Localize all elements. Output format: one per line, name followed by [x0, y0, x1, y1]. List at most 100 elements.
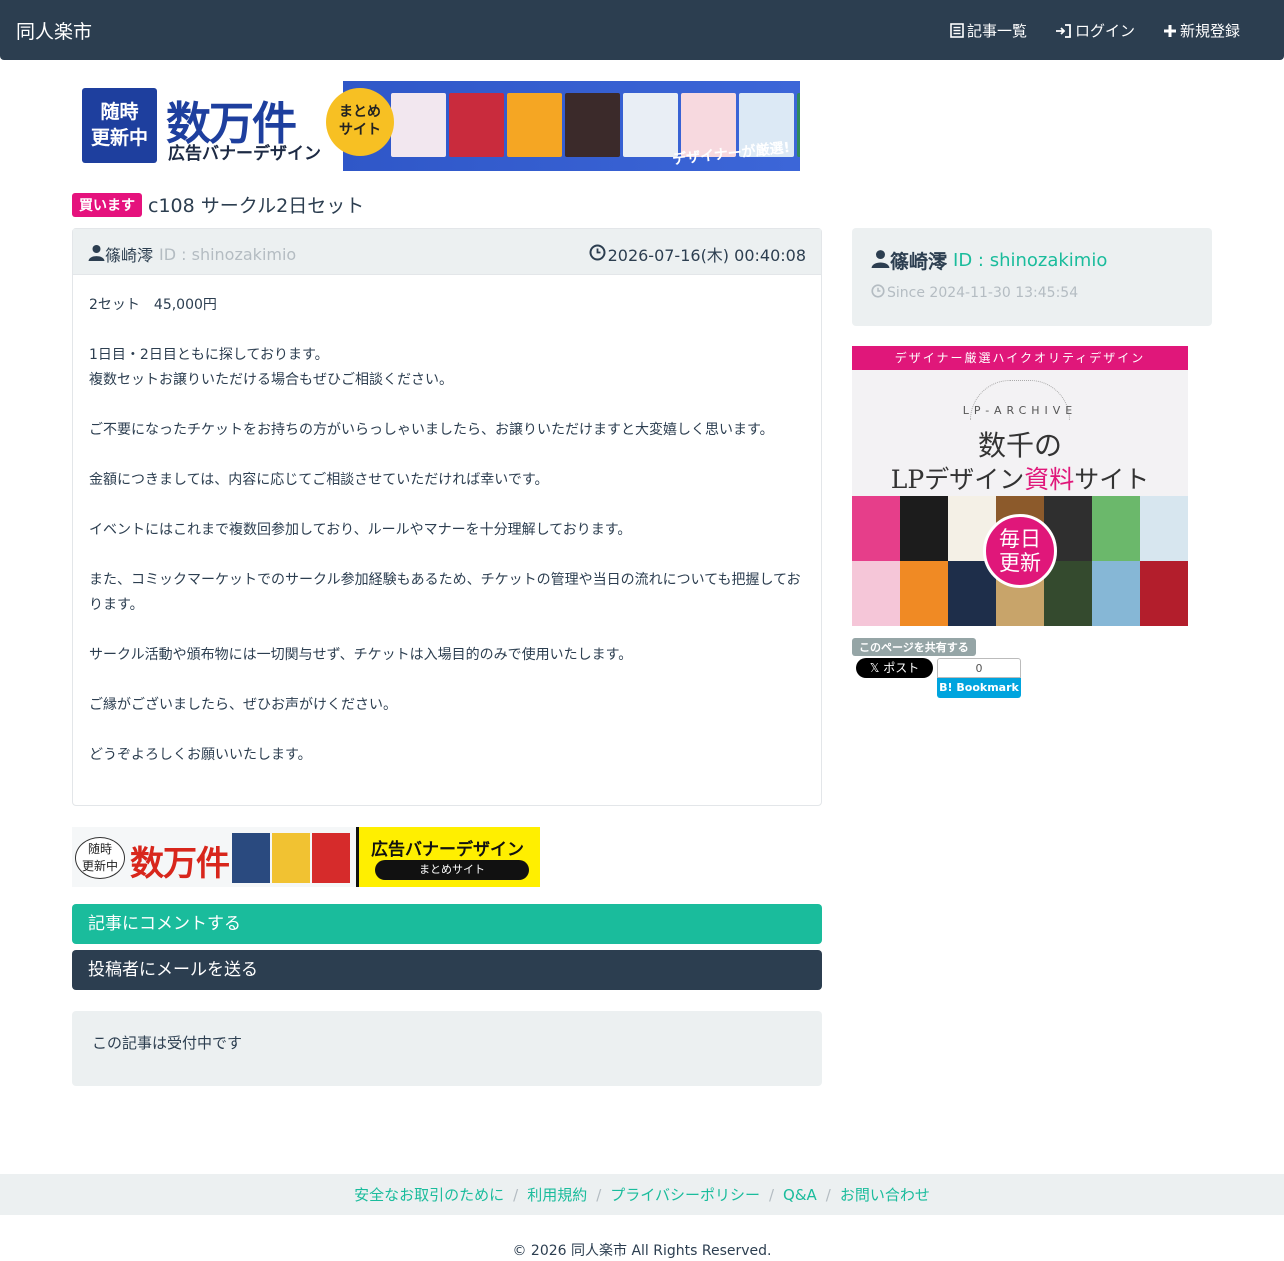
- banner-thumbnail: [565, 93, 620, 157]
- article-paragraph: ご不要になったチケットをお持ちの方がいらっしゃいましたら、お譲りいただけますと大…: [89, 422, 774, 438]
- sidebar-banner-line2-pink: 資料: [1024, 465, 1075, 494]
- bottom-banner-thumbnails: [232, 833, 350, 883]
- navbar: 同人楽市 記事一覧 ログイン 新規登録: [0, 0, 1284, 60]
- author-card-name: 篠崎澪: [890, 251, 948, 273]
- sidebar-banner-line2-post: サイト: [1074, 465, 1150, 494]
- bottom-banner-pill: まとめサイト: [375, 860, 529, 880]
- bottom-banner-yellow-panel: 広告バナーデザイン まとめサイト: [356, 827, 540, 887]
- sidebar-collage-tile: [900, 496, 948, 561]
- article-paragraph: どうぞよろしくお願いいたします。: [89, 747, 312, 763]
- share-label: このページを共有する: [852, 638, 976, 656]
- x-post-button[interactable]: 𝕏 ポスト: [856, 658, 933, 678]
- article-paragraph: サークル活動や頒布物には一切関与せず、チケットは入場目的のみで使用いたします。: [89, 647, 633, 663]
- footer-separator: /: [596, 1185, 602, 1204]
- footer-separator: /: [513, 1185, 519, 1204]
- author-card-since: Since 2024-11-30 13:45:54: [871, 284, 1078, 302]
- bottom-ring-line2: 更新中: [81, 859, 118, 873]
- footer-link[interactable]: 利用規約: [527, 1184, 587, 1205]
- article-paragraph: 金額につきましては、内容に応じてご相談させていただければ幸いです。: [89, 472, 549, 488]
- sidebar-banner-archive: LP-ARCHIVE: [962, 404, 1078, 417]
- banner-update-badge: 随時 更新中: [82, 88, 157, 163]
- footer-link[interactable]: プライバシーポリシー: [610, 1184, 760, 1205]
- footer-link[interactable]: お問い合わせ: [840, 1184, 930, 1205]
- user-icon: [871, 249, 890, 273]
- login-icon: [1055, 23, 1072, 38]
- bottom-banner-thumbnail: [232, 833, 270, 883]
- sidebar-circle-line1: 毎日: [999, 527, 1041, 551]
- article-date-text: 2026-07-16(木) 00:40:08: [607, 246, 806, 265]
- author-card-id: ID : shinozakimio: [953, 250, 1108, 271]
- site-brand[interactable]: 同人楽市: [16, 17, 92, 44]
- bottom-ad-banner[interactable]: 随時 更新中 数万件 広告バナーデザイン まとめサイト: [72, 827, 540, 887]
- bottom-banner-thumbnail: [272, 833, 310, 883]
- banner-badge-line2: 更新中: [90, 127, 148, 149]
- nav-register-label: 新規登録: [1179, 22, 1240, 40]
- article-author-id: ID : shinozakimio: [159, 244, 297, 264]
- top-ad-banner[interactable]: 随時 更新中 数万件 広告バナーデザイン まとめ サイト デザイナーが厳選!: [81, 81, 800, 171]
- article-paragraph: イベントにはこれまで複数回参加しており、ルールやマナーを十分理解しております。: [89, 522, 632, 538]
- article-paragraph: また、コミックマーケットでのサークル参加経験もあるため、チケットの管理や当日の流…: [89, 572, 801, 613]
- clock-icon: [589, 244, 606, 265]
- footer-links: 安全なお取引のために / 利用規約 / プライバシーポリシー / Q&A / お問い合わせ: [0, 1174, 1284, 1215]
- banner-thumbnail: [507, 93, 562, 157]
- mail-author-button[interactable]: 投稿者にメールを送る: [72, 950, 822, 990]
- nav-article-list[interactable]: 記事一覧: [950, 20, 1027, 41]
- author-card-user[interactable]: 篠崎澪 ID : shinozakimio: [871, 247, 1107, 274]
- clock-icon: [871, 284, 885, 302]
- banner-thumbnail: [623, 93, 678, 157]
- banner-circle-line1: まとめ: [339, 104, 381, 120]
- banner-thumbnail: [449, 93, 504, 157]
- list-icon: [950, 23, 964, 38]
- copyright: © 2026 同人楽市 All Rights Reserved.: [512, 1243, 772, 1259]
- article-author[interactable]: 篠崎澪 ID : shinozakimio: [88, 242, 296, 266]
- nav-register[interactable]: 新規登録: [1163, 20, 1240, 41]
- banner-subline: 広告バナーデザイン: [168, 144, 321, 164]
- sidebar-banner-top: デザイナー厳選ハイクオリティデザイン: [852, 346, 1188, 370]
- sidebar-collage-tile: [1092, 561, 1140, 626]
- sidebar-banner-line2-pre: LPデザイン: [890, 465, 1025, 494]
- article-paragraph: 2セット 45,000円: [89, 297, 217, 313]
- article-status: この記事は受付中です: [72, 1011, 822, 1086]
- plus-icon: [1163, 24, 1177, 38]
- footer-separator: /: [825, 1185, 831, 1204]
- article-body: 2セット 45,000円 1日目・2日目ともに探しております。 複数セットお譲りいた…: [73, 275, 821, 811]
- hatena-bookmark-label: Bookmark: [956, 681, 1019, 694]
- hatena-b-icon: B!: [939, 681, 957, 694]
- sidebar-banner-line1: 数千の: [977, 429, 1062, 462]
- author-card-since-text: Since 2024-11-30 13:45:54: [887, 285, 1079, 301]
- hatena-count: 0: [937, 658, 1021, 678]
- banner-matome-circle: まとめ サイト: [326, 88, 394, 156]
- nav-links: 記事一覧 ログイン 新規登録: [950, 20, 1240, 41]
- nav-article-list-label: 記事一覧: [966, 22, 1027, 40]
- x-post-label: ポスト: [883, 661, 920, 675]
- sidebar-banner-line2: LPデザイン資料サイト: [852, 460, 1188, 496]
- sidebar-collage-tile: [900, 561, 948, 626]
- bottom-banner-title: 広告バナーデザイン: [371, 840, 524, 860]
- article-panel: 篠崎澪 ID : shinozakimio 2026-07-16(木) 00:4…: [72, 228, 822, 806]
- article-paragraph: ご縁がございましたら、ぜひお声がけください。: [89, 697, 397, 713]
- article-title-row: 買います c108 サークル2日セット: [72, 191, 364, 218]
- bottom-banner-ring: 随時 更新中: [75, 837, 125, 879]
- banner-badge-line1: 随時: [100, 101, 139, 123]
- hatena-bookmark-button[interactable]: B! Bookmark: [937, 678, 1021, 698]
- sidebar-collage-tile: [852, 496, 900, 561]
- article-paragraph: 1日目・2日目ともに探しております。 複数セットお譲りいただける場合もぜひご相談く…: [89, 347, 453, 388]
- article-panel-header: 篠崎澪 ID : shinozakimio 2026-07-16(木) 00:4…: [73, 229, 821, 275]
- footer-separator: /: [768, 1185, 775, 1204]
- x-logo-icon: 𝕏: [869, 661, 884, 675]
- bottom-banner-thumbnail: [312, 833, 350, 883]
- sidebar-collage-tile: [1140, 496, 1188, 561]
- banner-thumbnail: [797, 93, 800, 157]
- article-date: 2026-07-16(木) 00:40:08: [589, 242, 806, 266]
- author-card: 篠崎澪 ID : shinozakimio Since 2024-11-30 1…: [852, 228, 1212, 326]
- footer-link[interactable]: 安全なお取引のために: [354, 1184, 504, 1205]
- sidebar-collage-tile: [1092, 496, 1140, 561]
- bottom-ring-line1: 随時: [87, 842, 112, 856]
- buy-badge: 買います: [72, 192, 142, 217]
- nav-login[interactable]: ログイン: [1055, 20, 1135, 41]
- comment-button[interactable]: 記事にコメントする: [72, 904, 822, 944]
- sidebar-collage-tile: [852, 561, 900, 626]
- footer-link[interactable]: Q&A: [783, 1186, 817, 1204]
- sidebar-ad-banner[interactable]: デザイナー厳選ハイクオリティデザイン LP-ARCHIVE 数千の LPデザイン…: [852, 346, 1188, 626]
- sidebar-circle-line2: 更新: [999, 551, 1041, 575]
